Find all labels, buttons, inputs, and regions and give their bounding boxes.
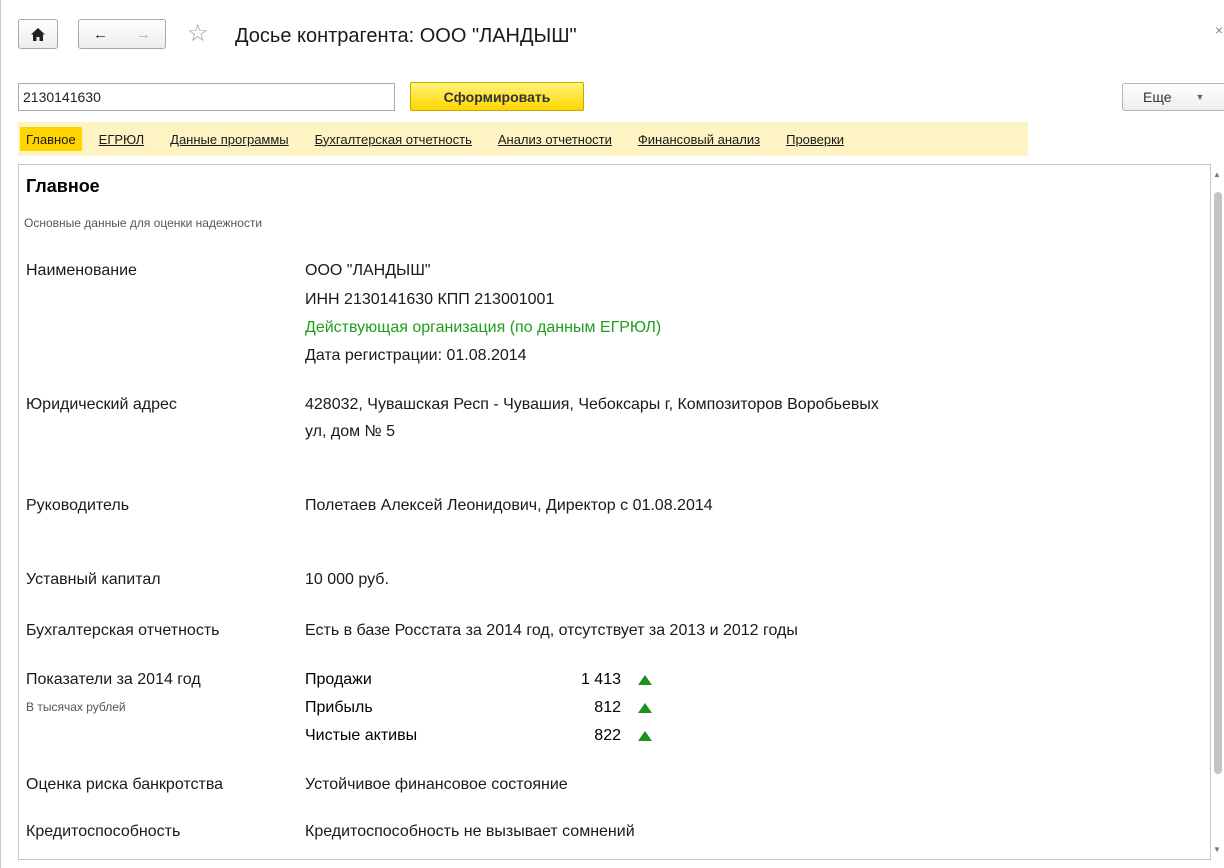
scroll-down-icon[interactable]: ▼ [1213,845,1221,854]
chevron-down-icon: ▼ [1195,92,1205,102]
company-name: ООО "ЛАНДЫШ" [305,262,431,279]
tab-accounting-reports[interactable]: Бухгалтерская отчетность [309,127,478,151]
bankruptcy-label: Оценка риска банкротства [26,776,224,793]
close-icon[interactable]: × [1215,22,1223,38]
triangle-up-icon [638,675,652,685]
scroll-up-icon[interactable]: ▲ [1213,170,1221,179]
name-label: Наименование [26,262,137,279]
main-content: Главное Основные данные для оценки надеж… [18,164,1211,860]
arrow-left-icon: ← [93,25,108,43]
triangle-up-icon [638,703,652,713]
triangle-up-icon [638,731,652,741]
counterparty-dossier-window: ← → ☆ Досье контрагента: ООО "ЛАНДЫШ" × … [0,0,1224,868]
page-subtitle: Основные данные для оценки надежности [24,216,263,230]
indicator-row: Продажи 1 413 [305,670,665,690]
home-icon [31,27,45,41]
credit-label: Кредитоспособность [26,823,181,840]
reporting-value: Есть в базе Росстата за 2014 год, отсутс… [305,622,798,639]
indicator-name: Прибыль [305,699,373,716]
vertical-scrollbar[interactable]: ▲ ▼ [1211,164,1224,860]
more-button-label: Еще [1143,89,1172,105]
indicators-label: Показатели за 2014 год [26,671,201,688]
more-button[interactable]: Еще ▼ [1122,83,1224,111]
address-label: Юридический адрес [26,396,177,413]
scrollbar-thumb[interactable] [1214,192,1222,774]
inn-input[interactable] [18,83,395,111]
tab-checks[interactable]: Проверки [780,127,850,151]
indicator-name: Продажи [305,671,372,688]
bankruptcy-value: Устойчивое финансовое состояние [305,776,568,793]
back-forward-group: ← → [78,19,166,49]
registration-date: Дата регистрации: 01.08.2014 [305,347,527,364]
head-label: Руководитель [26,497,130,514]
capital-value: 10 000 руб. [305,571,389,588]
indicators-note: В тысячах рублей [26,700,126,714]
arrow-right-icon: → [136,25,151,43]
page-title: Главное [26,176,100,196]
indicator-row: Чистые активы 822 [305,726,665,746]
indicator-value: 1 413 [580,671,621,688]
indicator-value: 812 [594,699,621,716]
reporting-label: Бухгалтерская отчетность [26,622,220,639]
inn-kpp: ИНН 2130141630 КПП 213001001 [305,291,555,308]
credit-value: Кредитоспособность не вызывает сомнений [305,823,635,840]
star-icon[interactable]: ☆ [187,22,209,46]
indicator-row: Прибыль 812 [305,698,665,718]
head-value: Полетаев Алексей Леонидович, Директор с … [305,497,713,514]
indicator-value: 822 [594,727,621,744]
tab-egrul[interactable]: ЕГРЮЛ [93,127,150,151]
tab-financial-analysis[interactable]: Финансовый анализ [632,127,766,151]
capital-label: Уставный капитал [26,571,161,588]
home-button[interactable] [18,19,58,49]
indicator-name: Чистые активы [305,727,418,744]
tab-program-data[interactable]: Данные программы [164,127,295,151]
tab-reports-analysis[interactable]: Анализ отчетности [492,127,618,151]
generate-button[interactable]: Сформировать [410,82,584,111]
window-title: Досье контрагента: ООО "ЛАНДЫШ" [235,25,577,47]
back-button[interactable]: ← [79,20,122,48]
forward-button[interactable]: → [122,20,165,48]
address-line-1: 428032, Чувашская Респ - Чувашия, Чебокс… [305,396,879,413]
section-tabs: Главное ЕГРЮЛ Данные программы Бухгалтер… [18,122,1028,156]
status-text: Действующая организация (по данным ЕГРЮЛ… [305,319,662,336]
address-line-2: ул, дом № 5 [305,423,396,440]
tab-main[interactable]: Главное [20,127,82,151]
